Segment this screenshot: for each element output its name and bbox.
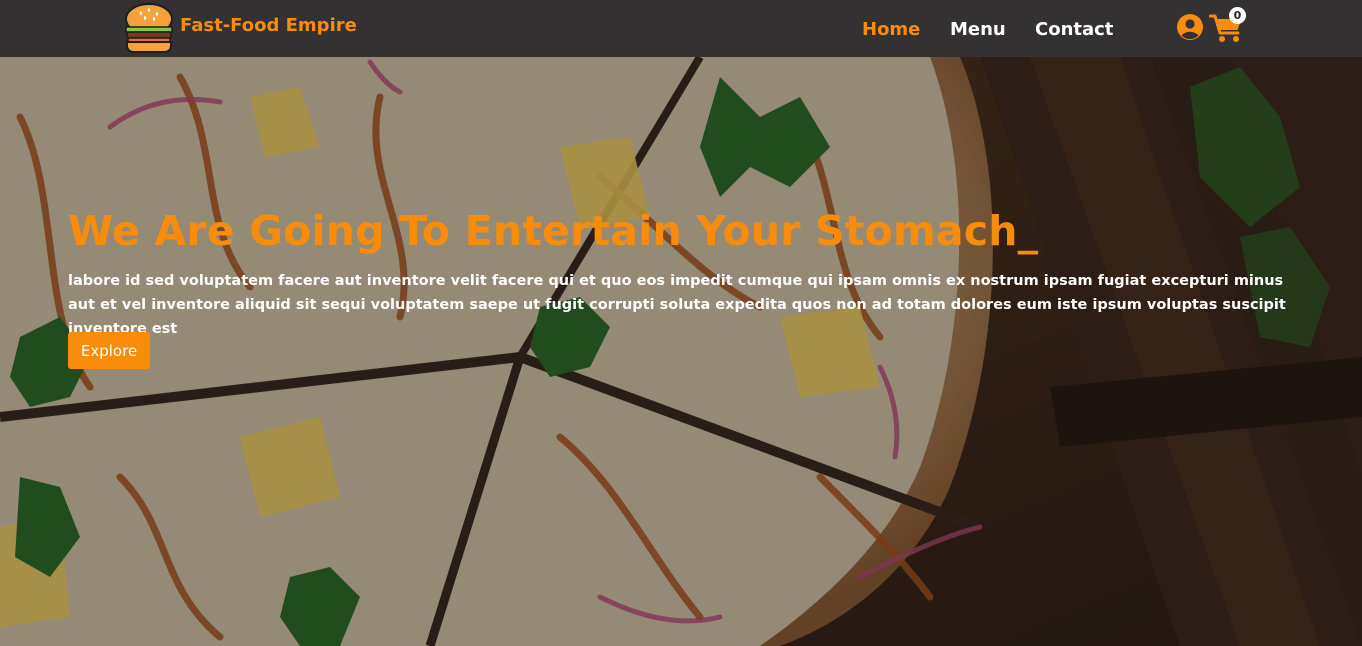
user-circle-icon[interactable] bbox=[1176, 13, 1204, 41]
cart-count-badge: 0 bbox=[1229, 7, 1246, 24]
hero-title: We Are Going To Entertain Your Stomach_ bbox=[68, 207, 1039, 255]
hero-description: labore id sed voluptatem facere aut inve… bbox=[68, 273, 1286, 337]
brand[interactable]: Fast-Food Empire bbox=[124, 2, 357, 54]
hero-overlay bbox=[0, 57, 1362, 646]
brand-name[interactable]: Fast-Food Empire bbox=[180, 15, 357, 36]
nav-link-menu[interactable]: Menu bbox=[950, 19, 1006, 40]
hero-section: We Are Going To Entertain Your Stomach_ … bbox=[0, 57, 1362, 646]
explore-button[interactable]: Explore bbox=[68, 332, 150, 369]
nav-link-contact[interactable]: Contact bbox=[1035, 19, 1113, 40]
navbar: Fast-Food Empire Home Menu Contact 0 bbox=[0, 0, 1362, 57]
burger-icon bbox=[124, 2, 174, 54]
nav-link-home[interactable]: Home bbox=[862, 19, 920, 40]
